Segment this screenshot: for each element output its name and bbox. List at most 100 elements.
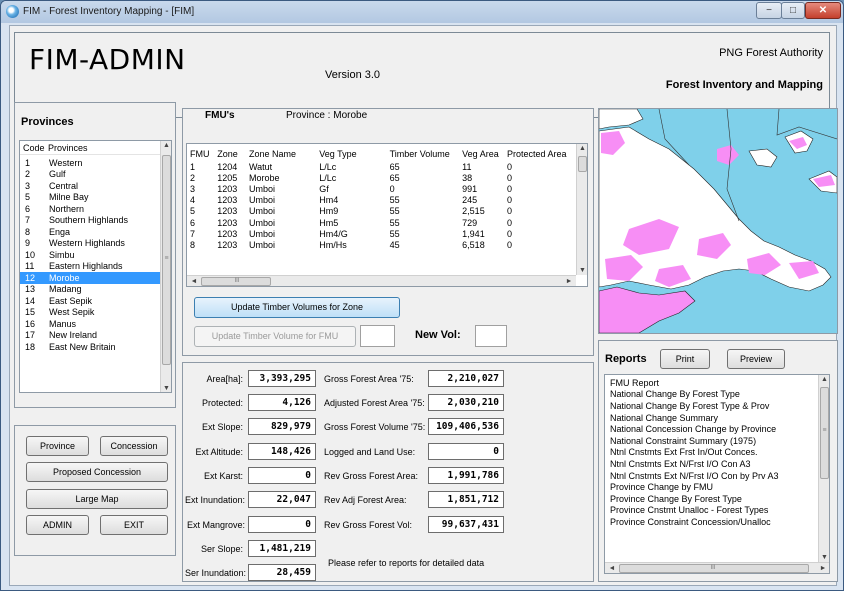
list-item[interactable]: Ntnl Cnstmts Ext N/Frst I/O Con by Prv A… <box>605 470 818 482</box>
table-row[interactable]: 4 1203 Umboi Hm4 55 245 0 <box>187 195 575 206</box>
list-item[interactable]: 9 Western Highlands <box>20 238 160 250</box>
list-item[interactable]: National Change By Forest Type <box>605 389 818 401</box>
table-row[interactable]: 1 1204 Watut L/Lc 65 11 0 <box>187 161 575 172</box>
scroll-right-icon[interactable]: ► <box>564 278 574 285</box>
scroll-left-icon[interactable]: ◄ <box>189 278 199 285</box>
scroll-down-icon[interactable]: ▼ <box>819 554 829 561</box>
scroll-down-icon[interactable]: ▼ <box>161 385 171 392</box>
large-map-button[interactable]: Large Map <box>26 489 168 509</box>
list-item[interactable]: Province Cnstmt Unalloc - Forest Types <box>605 505 818 517</box>
province-code: 15 <box>25 307 36 318</box>
admin-button[interactable]: ADMIN <box>26 515 89 535</box>
fmu-volume-input[interactable] <box>360 325 395 347</box>
list-item[interactable]: 11 Eastern Highlands <box>20 261 160 273</box>
exit-button[interactable]: EXIT <box>100 515 168 535</box>
table-row[interactable]: 2 1205 Morobe L/Lc 65 38 0 <box>187 172 575 183</box>
column-header[interactable]: Zone Name <box>246 146 316 161</box>
column-header[interactable]: FMU <box>187 146 214 161</box>
list-item[interactable]: 15 West Sepik <box>20 307 160 319</box>
list-item[interactable]: National Change Summary <box>605 412 818 424</box>
province-code: 6 <box>25 203 31 214</box>
scroll-thumb[interactable] <box>578 156 587 172</box>
update-fmu-button[interactable]: Update Timber Volume for FMU <box>194 326 356 347</box>
concession-button[interactable]: Concession <box>100 436 168 456</box>
list-item[interactable]: 17 New Ireland <box>20 330 160 342</box>
list-item[interactable]: 5 Milne Bay <box>20 192 160 204</box>
column-header[interactable]: Veg Type <box>316 146 386 161</box>
subtitle-label: Forest Inventory and Mapping <box>665 79 823 91</box>
table-cell: Gf <box>319 183 329 194</box>
table-cell: 0 <box>507 206 513 217</box>
province-name: Madang <box>49 284 82 295</box>
table-cell: Umboi <box>248 183 275 194</box>
list-item[interactable]: National Concession Change by Province <box>605 423 818 435</box>
provinces-list[interactable]: Code Provinces 1 Western 2 Gulf 3 Central 5 Mil… <box>19 140 172 393</box>
fmu-province-label: Province : Morobe <box>286 110 368 121</box>
table-row[interactable]: 7 1203 Umboi Hm4/G 55 1,941 0 <box>187 228 575 239</box>
minimize-button[interactable]: − <box>756 2 782 19</box>
new-vol-input[interactable] <box>475 325 507 347</box>
list-item[interactable]: Ntnl Cnstmts Ext Frst In/Out Conces. <box>605 447 818 459</box>
list-item[interactable]: 6 Northern <box>20 203 160 215</box>
reports-list[interactable]: FMU Report National Change By Forest Type… <box>604 374 830 574</box>
province-button[interactable]: Province <box>26 436 89 456</box>
preview-button[interactable]: Preview <box>727 349 785 369</box>
list-item[interactable]: Ntnl Cnstmts Ext N/Frst I/O Con A3 <box>605 458 818 470</box>
table-row[interactable]: 6 1203 Umboi Hm5 55 729 0 <box>187 217 575 228</box>
list-item[interactable]: Province Constraint Concession/Unalloc <box>605 516 818 528</box>
maximize-button[interactable]: □ <box>781 2 805 19</box>
list-item[interactable]: 8 Enga <box>20 226 160 238</box>
scroll-left-icon[interactable]: ◄ <box>607 565 617 572</box>
title-bar: FIM - Forest Inventory Mapping - [FIM] −… <box>1 1 843 23</box>
table-cell: 1203 <box>217 183 238 194</box>
list-item[interactable]: Province Change by FMU <box>605 481 818 493</box>
list-item[interactable]: 7 Southern Highlands <box>20 215 160 227</box>
close-button[interactable]: ✕ <box>805 2 841 19</box>
scroll-up-icon[interactable]: ▲ <box>577 145 587 152</box>
reports-hscrollbar[interactable]: ◄ III ► <box>605 562 829 573</box>
list-item[interactable]: 16 Manus <box>20 318 160 330</box>
col-code[interactable]: Code <box>23 143 45 153</box>
list-item[interactable]: 1 Western <box>20 157 160 169</box>
province-map[interactable] <box>599 109 837 333</box>
column-header[interactable]: Timber Volume <box>387 146 460 161</box>
list-item[interactable]: Province Change By Forest Type <box>605 493 818 505</box>
provinces-scrollbar[interactable]: ▲ ≡ ▼ <box>160 141 171 392</box>
list-item[interactable]: National Constraint Summary (1975) <box>605 435 818 447</box>
table-row[interactable]: 3 1203 Umboi Gf 0 991 0 <box>187 183 575 194</box>
map-panel[interactable] <box>598 108 838 334</box>
list-item[interactable]: 18 East New Britain <box>20 341 160 353</box>
provinces-list-header: Code Provinces <box>20 141 160 155</box>
scroll-up-icon[interactable]: ▲ <box>161 142 171 149</box>
table-row[interactable]: 8 1203 Umboi Hm/Hs 45 6,518 0 <box>187 239 575 250</box>
print-button[interactable]: Print <box>660 349 710 369</box>
report-name: National Change By Forest Type & Prov <box>610 400 770 411</box>
column-header[interactable]: Protected Area <box>504 146 575 161</box>
column-header[interactable]: Veg Area <box>459 146 504 161</box>
list-item[interactable]: 10 Simbu <box>20 249 160 261</box>
reports-vscrollbar[interactable]: ▲ ≡ ▼ <box>818 375 829 562</box>
list-item[interactable]: 14 East Sepik <box>20 295 160 307</box>
province-code: 11 <box>25 261 35 272</box>
scroll-down-icon[interactable]: ▼ <box>577 267 587 274</box>
fmu-table: FMU Zone Zone Name Veg Type Timber Volume Veg… <box>187 146 575 251</box>
table-row[interactable]: 5 1203 Umboi Hm9 55 2,515 0 <box>187 206 575 217</box>
column-header[interactable]: Zone <box>214 146 246 161</box>
list-item[interactable]: FMU Report <box>605 377 818 389</box>
fmu-vscrollbar[interactable]: ▲ ▼ <box>576 144 587 275</box>
col-provinces[interactable]: Provinces <box>48 143 88 153</box>
list-item[interactable]: 12 Morobe <box>20 272 160 284</box>
list-item[interactable]: 2 Gulf <box>20 169 160 181</box>
report-name: Province Change by FMU <box>610 482 714 493</box>
proposed-concession-button[interactable]: Proposed Concession <box>26 462 168 482</box>
fmu-hscrollbar[interactable]: ◄ III ► <box>187 275 576 286</box>
scroll-right-icon[interactable]: ► <box>818 565 828 572</box>
list-item[interactable]: National Change By Forest Type & Prov <box>605 400 818 412</box>
province-name: Simbu <box>49 249 75 260</box>
update-zone-button[interactable]: Update Timber Volumes for Zone <box>194 297 400 318</box>
fmu-grid[interactable]: FMU Zone Zone Name Veg Type Timber Volume Veg… <box>186 143 588 287</box>
scroll-up-icon[interactable]: ▲ <box>819 376 829 383</box>
list-item[interactable]: 13 Madang <box>20 284 160 296</box>
province-name: West Sepik <box>49 307 95 318</box>
list-item[interactable]: 3 Central <box>20 180 160 192</box>
